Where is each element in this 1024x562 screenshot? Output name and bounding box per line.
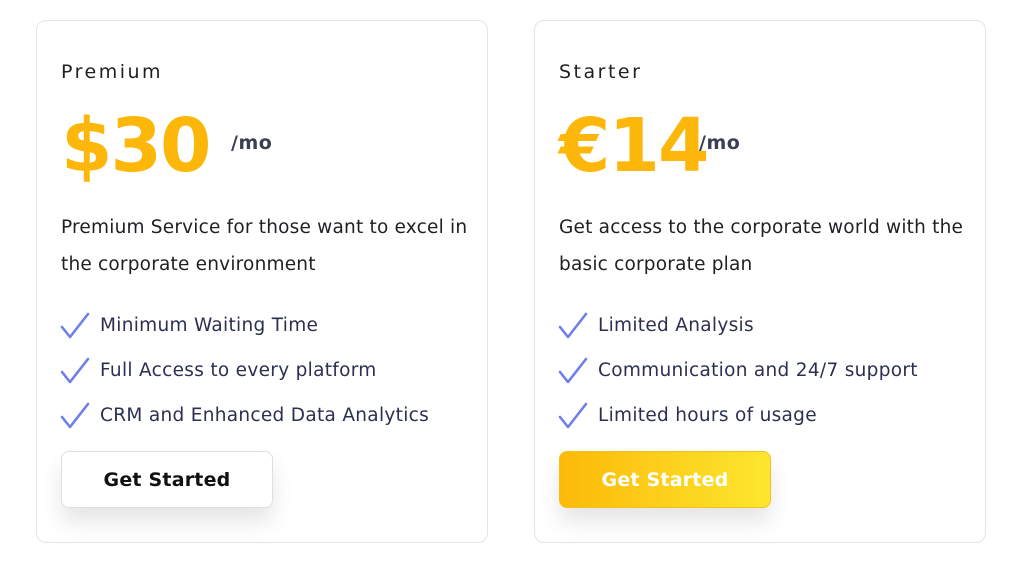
plan-description: Premium Service for those want to excel … [61,217,468,275]
feature-label: Full Access to every platform [100,360,377,381]
plan-name: Premium [61,61,164,83]
plan-price: €14 [559,103,709,189]
pricing-card-starter: Starter €14 /mo Get access to the corpor… [534,20,986,543]
get-started-button[interactable]: Get Started [61,451,273,508]
feature-item: Communication and 24/7 support [557,348,918,393]
feature-label: Communication and 24/7 support [598,360,918,381]
check-icon [558,312,588,338]
feature-list: Limited Analysis Communication and 24/7 … [557,303,918,438]
feature-item: CRM and Enhanced Data Analytics [59,393,429,438]
feature-item: Minimum Waiting Time [59,303,429,348]
check-icon [558,357,588,383]
price-period: /mo [699,132,741,154]
get-started-button[interactable]: Get Started [559,451,771,508]
price-period: /mo [231,132,273,154]
feature-label: Limited Analysis [598,315,754,336]
feature-list: Minimum Waiting Time Full Access to ever… [59,303,429,438]
feature-label: CRM and Enhanced Data Analytics [100,405,430,426]
feature-item: Limited hours of usage [557,393,918,438]
feature-label: Limited hours of usage [598,405,817,426]
check-icon [60,402,90,428]
feature-item: Limited Analysis [557,303,918,348]
plan-description: Get access to the corporate world with t… [559,217,964,275]
pricing-section: Premium $30 /mo Premium Service for thos… [0,0,1024,562]
pricing-card-premium: Premium $30 /mo Premium Service for thos… [36,20,488,543]
check-icon [558,402,588,428]
plan-name: Starter [559,61,643,83]
check-icon [60,357,90,383]
feature-item: Full Access to every platform [59,348,429,393]
feature-label: Minimum Waiting Time [100,315,319,336]
plan-price: $30 [61,103,211,189]
check-icon [60,312,90,338]
